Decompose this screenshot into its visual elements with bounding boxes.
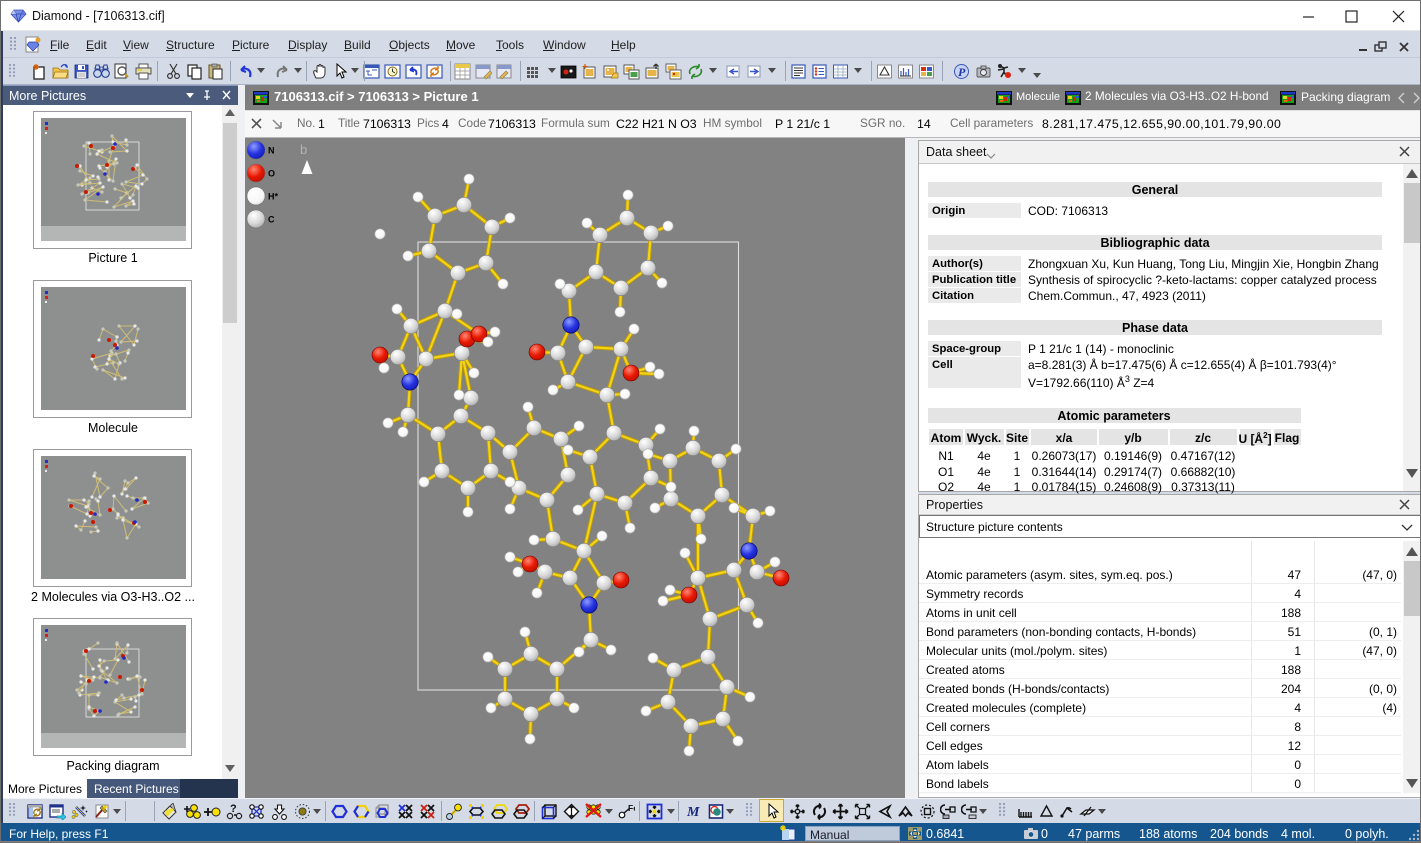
- svg-text:b: b: [300, 142, 307, 157]
- svg-text:P: P: [958, 65, 966, 79]
- svg-text:Fe: Fe: [628, 803, 635, 813]
- svg-text:O: O: [268, 169, 275, 179]
- svg-text:H*: H*: [268, 192, 278, 202]
- svg-text:N: N: [268, 146, 275, 156]
- svg-text:C: C: [268, 215, 275, 225]
- svg-text:M: M: [686, 805, 700, 820]
